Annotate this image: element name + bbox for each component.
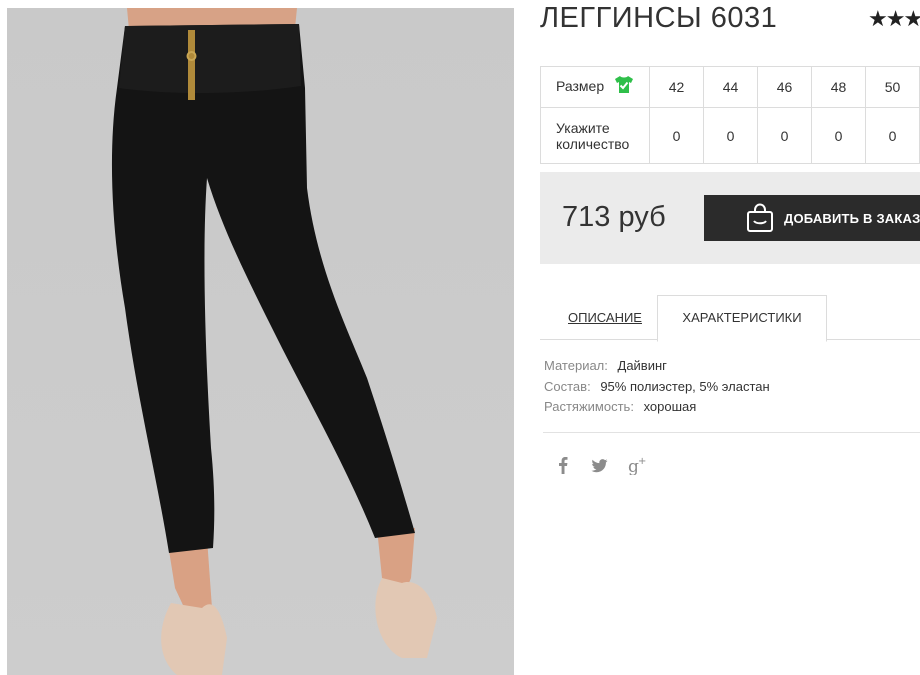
tab-description[interactable]: ОПИСАНИЕ bbox=[568, 310, 642, 325]
spec-row: Растяжимость: хорошая bbox=[544, 399, 770, 420]
size-label: Размер bbox=[556, 77, 605, 94]
quantity-input[interactable]: 0 bbox=[649, 107, 704, 164]
size-cell: 46 bbox=[757, 66, 812, 108]
size-cell: 48 bbox=[811, 66, 866, 108]
size-table: Размер 42 44 46 48 50 Укажите количество… bbox=[540, 66, 920, 164]
quantity-input[interactable]: 0 bbox=[757, 107, 812, 164]
size-cell: 42 bbox=[649, 66, 704, 108]
size-chart-icon[interactable] bbox=[614, 75, 634, 97]
spec-key: Состав: bbox=[544, 378, 591, 394]
specs-list: Материал: Дайвинг Состав: 95% полиэстер,… bbox=[544, 358, 770, 420]
leggings-image bbox=[111, 8, 437, 675]
product-photo[interactable] bbox=[7, 8, 514, 675]
spec-row: Материал: Дайвинг bbox=[544, 358, 770, 379]
price: 713 руб bbox=[562, 201, 666, 233]
size-cell: 50 bbox=[865, 66, 920, 108]
shopping-bag-icon bbox=[746, 203, 774, 233]
quantity-label: Укажите количество bbox=[540, 107, 650, 164]
spec-value: 95% полиэстер, 5% эластан bbox=[600, 378, 770, 394]
quantity-input[interactable]: 0 bbox=[811, 107, 866, 164]
twitter-icon[interactable] bbox=[591, 459, 608, 478]
add-to-order-label: ДОБАВИТЬ В ЗАКАЗ bbox=[784, 210, 920, 226]
spec-key: Материал: bbox=[544, 358, 608, 373]
google-plus-icon[interactable]: g + bbox=[628, 455, 648, 480]
spec-value: Дайвинг bbox=[617, 358, 667, 373]
price-box: 713 руб ДОБАВИТЬ В ЗАКАЗ bbox=[540, 172, 920, 264]
product-title: ЛЕГГИНСЫ 6031 bbox=[540, 2, 778, 34]
section-divider bbox=[543, 432, 920, 433]
svg-text:+: + bbox=[638, 456, 646, 467]
facebook-icon[interactable] bbox=[557, 456, 569, 479]
quantity-row: Укажите количество 0 0 0 0 0 bbox=[540, 107, 920, 164]
spec-value: хорошая bbox=[643, 399, 697, 414]
quantity-input[interactable]: 0 bbox=[703, 107, 758, 164]
size-row: Размер 42 44 46 48 50 bbox=[540, 66, 920, 108]
spec-key: Растяжимость: bbox=[544, 399, 634, 414]
rating-stars[interactable]: ★★★ bbox=[868, 6, 920, 32]
size-cell: 44 bbox=[703, 66, 758, 108]
size-header-cell: Размер bbox=[540, 66, 650, 108]
quantity-input[interactable]: 0 bbox=[865, 107, 920, 164]
spec-row: Состав: 95% полиэстер, 5% эластан bbox=[544, 379, 770, 400]
add-to-order-button[interactable]: ДОБАВИТЬ В ЗАКАЗ bbox=[704, 195, 920, 241]
tab-characteristics[interactable]: ХАРАКТЕРИСТИКИ bbox=[657, 295, 827, 342]
